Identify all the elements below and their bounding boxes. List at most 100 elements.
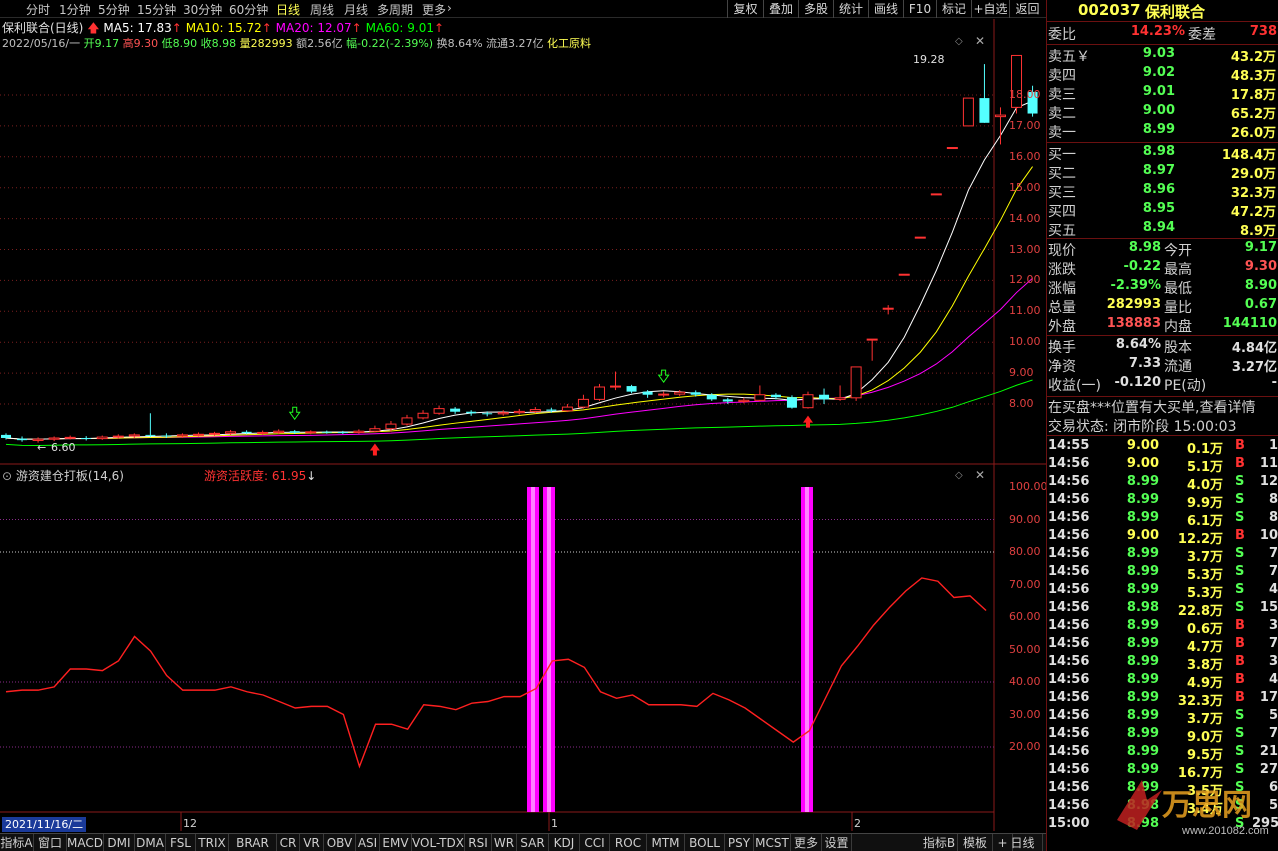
- tick-side: S: [1235, 474, 1245, 489]
- indicator-tab-13[interactable]: VOL-TDX: [412, 834, 465, 851]
- price-tick-label: 9.00: [1009, 366, 1034, 380]
- kline-chart[interactable]: [0, 19, 1046, 833]
- period-tab-more[interactable]: 更多: [422, 1, 446, 18]
- indicator-tab-12[interactable]: EMV: [380, 834, 412, 851]
- indicator-tick-label: 60.00: [1009, 610, 1041, 623]
- indicator-tab-4[interactable]: DMA: [135, 834, 166, 851]
- tick-volume: 4.9万: [1186, 676, 1223, 691]
- tick-price: 8.99: [1126, 546, 1159, 561]
- overlay-button[interactable]: 叠加: [763, 0, 798, 18]
- bid-row[interactable]: 买三 8.96 32.3万: [1047, 182, 1278, 201]
- indicator-tab-22[interactable]: PSY: [725, 834, 754, 851]
- indicator-tab-18[interactable]: CCI: [580, 834, 610, 851]
- tick-volume: 5.3万: [1186, 586, 1223, 601]
- indicator-tab-6[interactable]: TRIX: [196, 834, 229, 851]
- back-button[interactable]: 返回: [1009, 0, 1045, 18]
- quote-stat-row: 总量 282993 量比 0.67: [1047, 297, 1278, 316]
- period-tab-fenshi[interactable]: 分时: [26, 1, 50, 18]
- tick-price: 8.98: [1126, 600, 1159, 615]
- price-tick-label: 8.00: [1009, 397, 1034, 410]
- indicator-tab-20[interactable]: MTM: [647, 834, 685, 851]
- indicator-collapse-icon[interactable]: ⊙: [2, 469, 12, 483]
- indicator-tab-21[interactable]: BOLL: [685, 834, 725, 851]
- period-tab-15min[interactable]: 15分钟: [137, 1, 176, 18]
- fuquan-button[interactable]: 复权: [727, 0, 763, 18]
- period-tab-1min[interactable]: 1分钟: [59, 1, 91, 18]
- ask-row[interactable]: 卖四 9.02 48.3万: [1047, 65, 1278, 84]
- more-chevron-icon[interactable]: ›: [447, 1, 452, 15]
- bid-row[interactable]: 买五 8.94 8.9万: [1047, 220, 1278, 239]
- candle-body: [962, 97, 974, 127]
- ask-row[interactable]: 卖二 9.00 65.2万: [1047, 103, 1278, 122]
- chart-settings-icon[interactable]: ◇: [955, 36, 963, 47]
- indicator-tab-17[interactable]: KDJ: [549, 834, 580, 851]
- tab-right-0[interactable]: 指标B: [921, 834, 958, 851]
- indicator-tab-15[interactable]: WR: [492, 834, 517, 851]
- indicator-tab-25[interactable]: 设置: [822, 834, 852, 851]
- chart-close-icon[interactable]: ✕: [975, 34, 985, 48]
- tick-count: 15: [1259, 600, 1278, 615]
- draw-button[interactable]: 画线: [868, 0, 903, 18]
- big-order-notice[interactable]: 在买盘***位置有大买单,查看详情: [1047, 397, 1278, 416]
- tab-right-3[interactable]: 日线: [1003, 834, 1043, 851]
- indicator-tab-9[interactable]: VR: [300, 834, 324, 851]
- tick-row: 14:56 8.99 0.6万 B 3: [1047, 618, 1278, 637]
- bid-row[interactable]: 买四 8.95 47.2万: [1047, 201, 1278, 220]
- indicator-tab-3[interactable]: DMI: [104, 834, 135, 851]
- ma-toggle-icon[interactable]: 🡅: [87, 21, 99, 35]
- ask-row[interactable]: 卖五￥ 9.03 43.2万: [1047, 46, 1278, 65]
- tick-count: 8: [1268, 510, 1278, 525]
- f10-button[interactable]: F10: [903, 0, 936, 18]
- bid-row[interactable]: 买二 8.97 29.0万: [1047, 163, 1278, 182]
- period-tab-daily[interactable]: 日线: [276, 1, 300, 18]
- indicator-tab-11[interactable]: ASI: [356, 834, 380, 851]
- tick-side: B: [1235, 672, 1245, 687]
- tick-price: 8.99: [1126, 654, 1159, 669]
- indicator-tab-24[interactable]: 更多: [791, 834, 822, 851]
- candle-body: [658, 393, 670, 396]
- candle-body: [241, 431, 252, 434]
- tick-count: 21: [1259, 744, 1278, 759]
- watermark-text: 万思网: [1162, 789, 1252, 822]
- candle-body: [48, 437, 60, 440]
- price-tick-label: 12.00: [1009, 273, 1041, 287]
- multi-stock-button[interactable]: 多股: [798, 0, 833, 18]
- period-tab-multi[interactable]: 多周期: [377, 1, 413, 18]
- indicator-tab-16[interactable]: SAR: [517, 834, 549, 851]
- indicator-tab-14[interactable]: RSI: [465, 834, 492, 851]
- indicator-close-icon[interactable]: ✕: [975, 468, 985, 482]
- tick-side: S: [1235, 600, 1245, 615]
- candle-body: [273, 430, 285, 433]
- indicator-tab-23[interactable]: MCST: [754, 834, 791, 851]
- period-tab-30min[interactable]: 30分钟: [183, 1, 222, 18]
- tick-side: B: [1235, 528, 1245, 543]
- indicator-tab-1[interactable]: 窗口: [34, 834, 67, 851]
- month-label-1: 1: [551, 817, 558, 830]
- mark-button[interactable]: 标记: [936, 0, 971, 18]
- stats-button[interactable]: 统计: [833, 0, 868, 18]
- ask-row[interactable]: 卖一 8.99 26.0万: [1047, 122, 1278, 141]
- candle-body: [1, 434, 11, 438]
- period-tab-60min[interactable]: 60分钟: [229, 1, 268, 18]
- indicator-tab-10[interactable]: OBV: [324, 834, 356, 851]
- indicator-tab-8[interactable]: CR: [277, 834, 300, 851]
- tick-time: 14:56: [1048, 618, 1090, 633]
- period-tab-monthly[interactable]: 月线: [344, 1, 368, 18]
- indicator-settings-icon[interactable]: ◇: [955, 470, 963, 481]
- add-watchlist-button[interactable]: +自选: [971, 0, 1009, 18]
- indicator-tab-7[interactable]: BRAR: [229, 834, 277, 851]
- stat-value: -0.120: [1114, 375, 1161, 390]
- tab-right-1[interactable]: 模板: [958, 834, 993, 851]
- indicator-tab-0[interactable]: 指标A: [0, 834, 34, 851]
- indicator-tab-19[interactable]: ROC: [610, 834, 647, 851]
- period-tab-weekly[interactable]: 周线: [310, 1, 334, 18]
- indicator-tab-5[interactable]: FSL: [166, 834, 196, 851]
- candle-body: [930, 193, 942, 196]
- tick-row: 14:56 8.99 9.9万 S 8: [1047, 492, 1278, 511]
- tick-time: 14:56: [1048, 690, 1090, 705]
- ask-row[interactable]: 卖三 9.01 17.8万: [1047, 84, 1278, 103]
- period-tab-5min[interactable]: 5分钟: [98, 1, 130, 18]
- indicator-tab-2[interactable]: MACD: [67, 834, 104, 851]
- tick-volume: 9.5万: [1186, 748, 1223, 763]
- bid-row[interactable]: 买一 8.98 148.4万: [1047, 144, 1278, 163]
